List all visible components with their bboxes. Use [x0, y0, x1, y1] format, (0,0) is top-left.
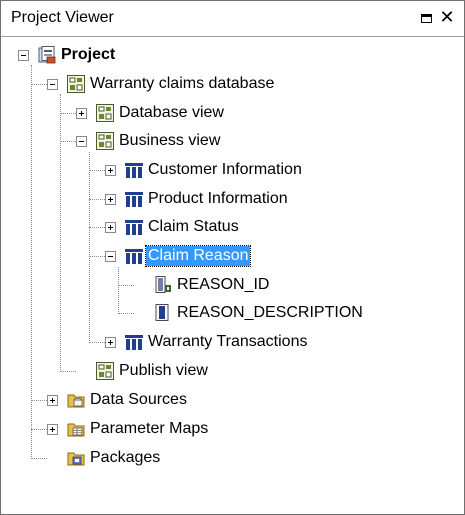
tree-line — [89, 152, 91, 343]
tree-line — [118, 313, 134, 315]
tree-line — [60, 141, 76, 143]
namespace-icon — [96, 362, 114, 380]
tree-line — [89, 342, 105, 344]
tree-item-claim-status[interactable]: Claim Status — [146, 217, 241, 237]
tree-line — [89, 199, 105, 201]
parameter-maps-folder-icon — [67, 423, 85, 437]
project-icon — [38, 46, 56, 64]
tree-item-business-view[interactable]: Business view — [117, 131, 222, 151]
namespace-icon — [96, 132, 114, 150]
column-icon — [155, 304, 169, 321]
tree-item-product-information[interactable]: Product Information — [146, 189, 290, 209]
tree-item-packages[interactable]: Packages — [88, 448, 162, 468]
project-viewer-panel: Project Viewer ✕ Project Warranty claims… — [0, 0, 465, 515]
query-subject-icon — [125, 220, 143, 235]
expand-toggle[interactable] — [105, 222, 116, 233]
collapse-toggle[interactable] — [47, 79, 58, 90]
tree-item-data-sources[interactable]: Data Sources — [88, 390, 189, 410]
expand-toggle[interactable] — [47, 424, 58, 435]
tree-item-project[interactable]: Project — [59, 45, 117, 65]
tree-line — [31, 458, 47, 460]
packages-folder-icon — [67, 452, 85, 466]
tree-item-warranty-transactions[interactable]: Warranty Transactions — [146, 332, 309, 352]
query-subject-icon — [125, 192, 143, 207]
close-icon: ✕ — [439, 7, 455, 27]
maximize-button[interactable] — [417, 7, 435, 27]
expand-toggle[interactable] — [105, 337, 116, 348]
tree-item-claim-reason[interactable]: Claim Reason — [144, 245, 252, 267]
tree-line — [60, 371, 76, 373]
key-column-icon — [155, 276, 171, 293]
query-subject-icon — [125, 335, 143, 350]
tree-line — [31, 429, 47, 431]
query-subject-icon — [125, 163, 143, 178]
tree-item-parameter-maps[interactable]: Parameter Maps — [88, 419, 210, 439]
expand-toggle[interactable] — [47, 395, 58, 406]
tree-item-customer-information[interactable]: Customer Information — [146, 160, 304, 180]
tree-line — [118, 285, 134, 287]
tree-item-reason-id[interactable]: REASON_ID — [175, 275, 271, 295]
expand-toggle[interactable] — [105, 165, 116, 176]
tree-line — [31, 84, 47, 86]
namespace-icon — [67, 75, 85, 93]
maximize-icon — [420, 14, 432, 23]
query-subject-icon — [125, 249, 143, 264]
expand-toggle[interactable] — [76, 108, 87, 119]
project-tree: Project Warranty claims database Databas… — [1, 37, 464, 514]
tree-line — [89, 256, 105, 258]
expand-toggle[interactable] — [105, 194, 116, 205]
tree-line — [60, 113, 76, 115]
panel-titlebar: Project Viewer ✕ — [1, 1, 464, 36]
panel-title: Project Viewer — [11, 9, 114, 26]
collapse-toggle[interactable] — [76, 136, 87, 147]
tree-line — [89, 170, 105, 172]
tree-line — [60, 94, 62, 372]
tree-line — [89, 227, 105, 229]
tree-line — [31, 400, 47, 402]
data-sources-folder-icon — [67, 394, 85, 408]
tree-item-publish-view[interactable]: Publish view — [117, 361, 210, 381]
tree-item-database-view[interactable]: Database view — [117, 103, 226, 123]
tree-item-warranty-claims-database[interactable]: Warranty claims database — [88, 74, 276, 94]
close-button[interactable]: ✕ — [438, 7, 456, 27]
tree-item-reason-description[interactable]: REASON_DESCRIPTION — [175, 303, 365, 323]
collapse-toggle[interactable] — [105, 251, 116, 262]
collapse-toggle[interactable] — [18, 50, 29, 61]
tree-line — [118, 267, 120, 314]
namespace-icon — [96, 104, 114, 122]
